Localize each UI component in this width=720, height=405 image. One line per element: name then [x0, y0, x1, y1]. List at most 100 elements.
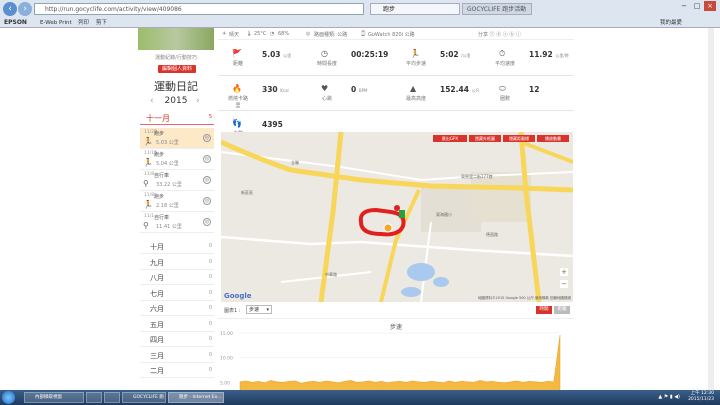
browser-chrome: ‹ › http://run.gocyclife.com/activity/vi… [0, 0, 720, 28]
map-label: 德昌路 [486, 232, 498, 237]
month-row[interactable]: 十月 0 [140, 239, 214, 254]
system-tray[interactable]: ▲ ⚑ ▮ ◀) [658, 394, 680, 400]
chart-metric-select[interactable]: 步速 ▾ [246, 305, 272, 314]
stat-value: 11.92 公里/時 [529, 50, 569, 59]
taskbar-item-media[interactable] [86, 392, 102, 403]
current-month-count: 5 [208, 114, 212, 120]
taskbar-item-gocyclife[interactable]: GOCYCLIFE 跑步活動 [122, 392, 166, 403]
chart-svg: 15.00 10.00 5.00 [220, 331, 561, 391]
fav-star[interactable]: 我的最愛 [660, 18, 682, 28]
hide-distance-button[interactable]: 隱藏距離標 [503, 135, 535, 142]
share-icons[interactable]: 分享 ⓕ ⓖ ⓣ ⓑ ⓘ [478, 31, 521, 38]
run-icon: 🏃 [143, 200, 153, 209]
activity-item[interactable]: 11/22 跑步 🏃 5.03 公里 ◍ [140, 128, 214, 149]
activity-item[interactable]: 11/8 跑步 🏃 2.18 公里 ◍ [140, 191, 214, 212]
globe-icon[interactable]: ◍ [203, 218, 211, 226]
month-count: 0 [208, 351, 212, 358]
hide-outline-button[interactable]: 隱藏外框圖 [469, 135, 501, 142]
start-button[interactable] [2, 391, 15, 404]
activity-value: 2.18 公里 [156, 203, 179, 209]
month-count: 0 [208, 274, 212, 280]
map-label: 新莊區 [241, 190, 253, 195]
forward-icon[interactable]: › [18, 2, 32, 16]
stat-value: 00:25:19 [351, 50, 389, 59]
activity-item[interactable]: 11/1 自行車 ⚲ 11.41 公里 ◍ [140, 212, 214, 233]
zoom-out-button[interactable]: − [560, 280, 568, 288]
activity-item[interactable]: 11/8 自行車 ⚲ 33.22 公里 ◍ [140, 170, 214, 191]
next-year-icon[interactable]: › [196, 96, 200, 106]
month-row[interactable]: 四月 0 [140, 332, 214, 347]
y-tick-label: 5.00 [220, 380, 230, 386]
globe-icon[interactable]: ◍ [203, 197, 211, 205]
route-map[interactable]: 東原里二街177巷 全聯 東海國小 新莊區 中華路 德昌路 匯出GPX 隱藏外框… [221, 132, 573, 302]
humidity-text: 68% [278, 31, 290, 37]
stat-heart: ♥ 心跳 0 BPM [307, 81, 396, 103]
pace-icon: 🏃 [410, 49, 420, 58]
export-gpx-button[interactable]: 匯出GPX [433, 135, 467, 142]
run-icon: 🏃 [143, 158, 153, 167]
distance-axis-button[interactable]: 距離 [554, 306, 570, 314]
taskbar-clock[interactable]: 上午 12:30 2015/11/23 [688, 391, 714, 403]
close-icon[interactable]: × [704, 1, 716, 11]
activity-date: 11/1 [144, 214, 155, 219]
play-animation-button[interactable]: 播放動畫 [537, 135, 569, 142]
activity-value: 11.41 公里 [156, 224, 182, 230]
maximize-icon[interactable]: □ [691, 1, 703, 11]
current-month-label: 十一月 [146, 114, 170, 123]
clock-date: 2015/11/23 [688, 397, 714, 402]
activity-name: 跑步 [154, 194, 165, 200]
minimize-icon[interactable]: − [678, 1, 690, 11]
stat-pace: 🏃 平均步速 5:02 /公里 [396, 46, 485, 68]
month-label: 十月 [150, 243, 164, 251]
fav-eweb[interactable]: E-Web Print [40, 18, 72, 28]
taskbar-item-capture[interactable]: 內部擷取視窗 [24, 392, 84, 403]
activity-name: 自行車 [154, 173, 170, 179]
stat-label: 心跳 [321, 96, 332, 102]
taskbar-item-chrome[interactable] [104, 392, 120, 403]
page-scrollbar[interactable] [708, 28, 714, 390]
tab-other[interactable]: GOCYCLIFE 跑步活動 [462, 3, 532, 15]
stat-lap: ⬭ 圈數 12 [485, 81, 574, 103]
tab-active[interactable]: 跑步 [370, 3, 460, 15]
back-icon[interactable]: ‹ [3, 2, 17, 16]
month-row[interactable]: 六月 0 [140, 301, 214, 316]
temperature-text: 25°C [254, 31, 267, 37]
lap-icon: ⬭ [499, 84, 506, 93]
activity-name: 跑步 [154, 152, 165, 158]
y-tick-label: 15.00 [220, 331, 233, 337]
edit-profile-button[interactable]: 編輯個人資料 [158, 65, 196, 73]
distance-icon: 🚩 [232, 49, 242, 58]
month-row[interactable]: 八月 0 [140, 270, 214, 285]
month-row[interactable]: 七月 0 [140, 286, 214, 301]
month-row[interactable]: 二月 0 [140, 363, 214, 378]
time-axis-button[interactable]: 時間 [536, 306, 552, 314]
globe-icon[interactable]: ◍ [203, 176, 211, 184]
month-row[interactable]: 五月 0 [140, 317, 214, 332]
month-count: 0 [208, 258, 212, 265]
weather-icon: ☀ [222, 31, 227, 37]
terrain-icon: ◎ [306, 31, 311, 37]
taskbar-item-ie[interactable]: 跑步 - Internet Ex... [168, 392, 224, 403]
activity-name: 自行車 [154, 215, 170, 221]
activity-value: 33.22 公里 [156, 182, 182, 188]
activity-date: 11/8 [144, 172, 155, 177]
month-label: 九月 [150, 258, 164, 267]
current-month-row[interactable]: 十一月 5 [140, 113, 214, 125]
fav-epson[interactable]: EPSON [4, 18, 27, 28]
stat-label: 平均步速 [405, 61, 426, 67]
diary-title: 運動日記 [154, 80, 198, 93]
stat-value: 12 [529, 85, 540, 94]
fav-clip[interactable]: 剪下 [96, 18, 107, 28]
windows-taskbar: 內部擷取視窗 GOCYCLIFE 跑步活動 跑步 - Internet Ex..… [0, 390, 720, 405]
month-row[interactable]: 九月 0 [140, 255, 214, 270]
globe-icon[interactable]: ◍ [203, 155, 211, 163]
globe-icon[interactable]: ◍ [203, 134, 211, 142]
month-label: 二月 [150, 367, 164, 375]
month-row[interactable]: 三月 0 [140, 348, 214, 363]
address-bar[interactable]: http://run.gocyclife.com/activity/view/4… [34, 3, 364, 15]
fav-print[interactable]: 列印 [78, 18, 89, 28]
divider [218, 110, 574, 111]
bike-icon: ⚲ [143, 221, 149, 230]
activity-item[interactable]: 11/15 跑步 🏃 5.04 公里 ◍ [140, 149, 214, 170]
zoom-in-button[interactable]: + [560, 268, 568, 276]
